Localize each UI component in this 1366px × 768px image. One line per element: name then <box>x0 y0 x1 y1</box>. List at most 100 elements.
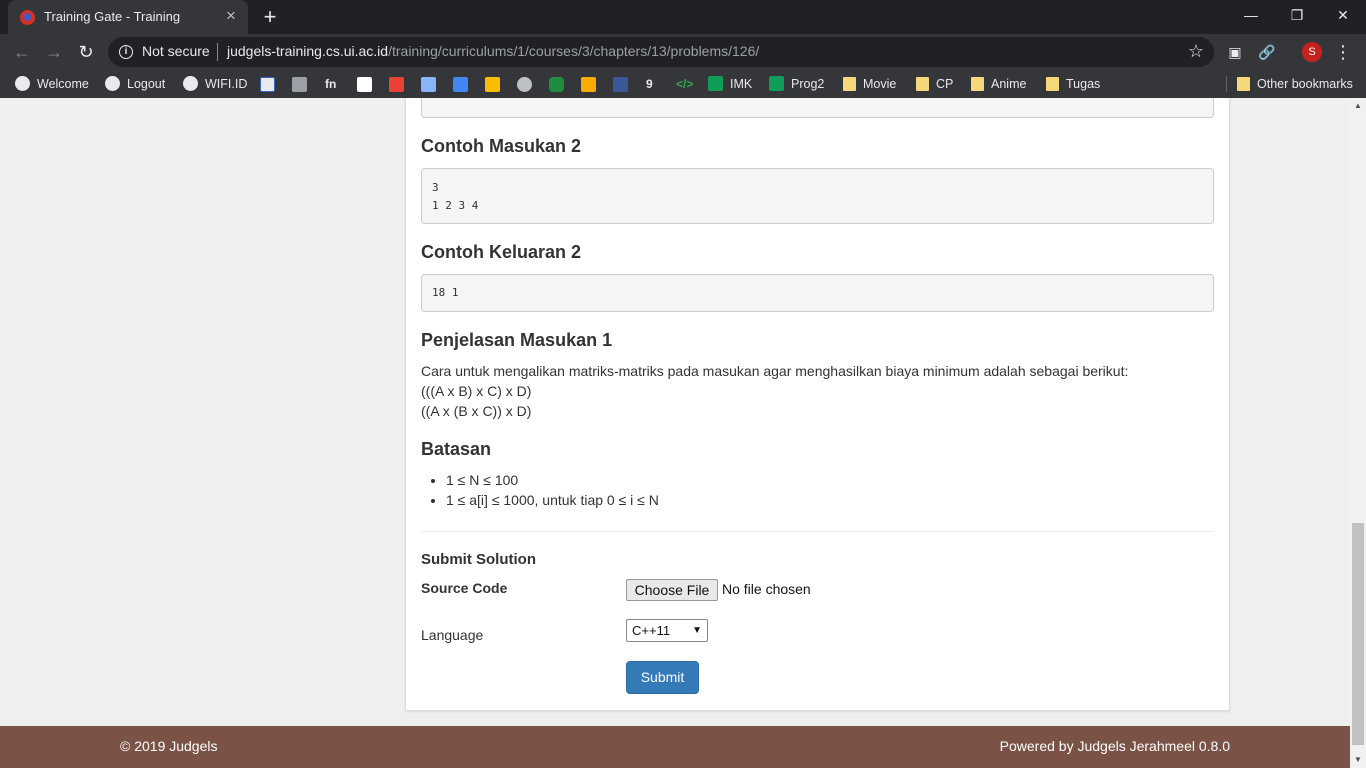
sheets-icon <box>708 76 723 91</box>
bookmark-label: Prog2 <box>791 77 825 91</box>
sample-output-2-box: 18 1 <box>421 274 1214 312</box>
medium-bookmark-icon[interactable] <box>357 77 372 92</box>
constraint-item: 1 ≤ a[i] ≤ 1000, untuk tiap 0 ≤ i ≤ N <box>446 490 659 510</box>
chart-bookmark-icon[interactable] <box>453 77 468 92</box>
submit-solution-title: Submit Solution <box>421 551 536 568</box>
window-close-button[interactable]: ✕ <box>1320 0 1366 30</box>
explanation-text: Cara untuk mengalikan matriks-matriks pa… <box>421 363 1129 379</box>
globe-icon <box>15 76 30 91</box>
constraint-item: 1 ≤ N ≤ 100 <box>446 470 659 490</box>
omnibox-divider <box>217 43 218 61</box>
section-divider <box>421 531 1214 532</box>
chat-extension-icon[interactable]: ▣ <box>1225 42 1245 62</box>
link-extension-icon[interactable]: 🔗 <box>1257 42 1277 62</box>
facebook-bookmark-icon[interactable] <box>613 77 628 92</box>
ei-bookmark-icon[interactable] <box>292 77 307 92</box>
folder-icon <box>916 77 929 91</box>
bookmark-prog2[interactable]: Prog2 <box>769 76 824 92</box>
other-bookmarks[interactable]: Other bookmarks <box>1237 76 1353 92</box>
sample-input-2-heading: Contoh Masukan 2 <box>421 136 582 156</box>
language-select[interactable]: C++11 ▼ <box>626 619 708 642</box>
bookmark-welcome[interactable]: Welcome <box>15 76 89 92</box>
profile-avatar[interactable]: S <box>1302 42 1322 62</box>
sample-output-1-box <box>421 98 1214 118</box>
scrollbar-thumb[interactable] <box>1352 523 1364 745</box>
cube-bookmark-icon[interactable] <box>421 77 436 92</box>
bookmark-logout[interactable]: Logout <box>105 76 165 92</box>
tab-close-icon[interactable]: × <box>222 7 240 25</box>
explanation-line-2: ((A x (B x C)) x D) <box>421 403 532 419</box>
code-bookmark-icon[interactable]: </> <box>676 76 693 92</box>
h-bookmark-icon[interactable] <box>549 77 564 92</box>
globe-icon <box>105 76 120 91</box>
back-arrow-icon[interactable]: ← <box>9 39 35 65</box>
folder-icon <box>971 77 984 91</box>
bookmark-label: Movie <box>863 77 897 91</box>
security-label[interactable]: Not secure <box>142 43 210 59</box>
bookmark-label: Logout <box>127 77 166 91</box>
page-viewport: Contoh Masukan 2 3 1 2 3 4 Contoh Keluar… <box>0 98 1350 768</box>
colors-bookmark-icon[interactable] <box>485 77 500 92</box>
url-host: judgels-training.cs.ui.ac.id <box>227 43 389 59</box>
bookmark-imk[interactable]: IMK <box>708 76 752 92</box>
page-scrollbar[interactable]: ▲ ▼ <box>1350 98 1366 768</box>
file-status-text: No file chosen <box>722 581 811 597</box>
bookmark-label: IMK <box>730 77 753 91</box>
problem-card: Contoh Masukan 2 3 1 2 3 4 Contoh Keluar… <box>405 98 1230 711</box>
source-code-label: Source Code <box>421 580 508 596</box>
bookmark-label: CP <box>936 77 954 91</box>
forward-arrow-icon[interactable]: → <box>41 39 67 65</box>
language-value: C++11 <box>632 623 671 638</box>
submit-button[interactable]: Submit <box>626 661 699 694</box>
folder-icon <box>843 77 856 91</box>
game-bookmark-icon[interactable] <box>517 77 532 92</box>
constraints-list: 1 ≤ N ≤ 100 1 ≤ a[i] ≤ 1000, untuk tiap … <box>446 470 659 510</box>
bookmark-label: Anime <box>991 77 1027 91</box>
explanation-heading: Penjelasan Masukan 1 <box>421 330 613 350</box>
info-icon[interactable]: i <box>119 45 133 59</box>
scroll-down-arrow-icon[interactable]: ▼ <box>1350 752 1366 768</box>
bookmark-label: Welcome <box>37 77 89 91</box>
minimize-button[interactable]: — <box>1228 0 1274 30</box>
other-bookmarks-label: Other bookmarks <box>1257 77 1353 91</box>
url-text[interactable]: judgels-training.cs.ui.ac.id/training/cu… <box>227 43 759 59</box>
constraints-heading: Batasan <box>421 439 492 459</box>
folder-icon <box>1237 77 1250 91</box>
bookmark-movie[interactable]: Movie <box>843 76 896 92</box>
footer-copyright: © 2019 Judgels <box>120 738 218 754</box>
browser-menu-icon[interactable]: ⋮ <box>1334 40 1352 64</box>
footer-powered-by: Powered by Judgels Jerahmeel 0.8.0 <box>999 738 1230 754</box>
scroll-up-arrow-icon[interactable]: ▲ <box>1350 98 1366 114</box>
nine-bookmark-icon[interactable]: 9 <box>646 76 653 92</box>
language-label: Language <box>421 627 484 643</box>
address-bar[interactable]: i Not secure judgels-training.cs.ui.ac.i… <box>108 37 1214 67</box>
tab-title: Training Gate - Training <box>44 9 181 24</box>
del-bookmark-icon[interactable] <box>260 77 275 92</box>
fn-bookmark-icon[interactable]: fn <box>325 76 336 92</box>
new-tab-button[interactable]: + <box>258 5 282 29</box>
browser-tab-active[interactable]: Training Gate - Training × <box>8 0 248 34</box>
bookmark-anime[interactable]: Anime <box>971 76 1026 92</box>
folder-icon <box>1046 77 1059 91</box>
browser-toolbar: ← → ↻ i Not secure judgels-training.cs.u… <box>0 34 1366 70</box>
choose-file-button[interactable]: Choose File <box>626 579 718 601</box>
bookmark-cp[interactable]: CP <box>916 76 953 92</box>
bookmarks-bar: Welcome Logout WIFI.ID fn 9 </> IMK Prog… <box>0 70 1366 98</box>
dropdown-arrow-icon: ▼ <box>692 625 702 636</box>
browser-tab-strip: Training Gate - Training × + — ❐ ✕ <box>0 0 1366 34</box>
page-footer: © 2019 Judgels Powered by Judgels Jerahm… <box>0 726 1350 768</box>
site-favicon-icon <box>20 10 35 25</box>
bookmarks-divider <box>1226 76 1227 92</box>
explanation-line-1: (((A x B) x C) x D) <box>421 383 532 399</box>
bookmark-wifi-id[interactable]: WIFI.ID <box>183 76 247 92</box>
sheets-icon <box>769 76 784 91</box>
bookmark-label: WIFI.ID <box>205 77 248 91</box>
bookmark-tugas[interactable]: Tugas <box>1046 76 1100 92</box>
gmail-bookmark-icon[interactable] <box>389 77 404 92</box>
sample-output-2-heading: Contoh Keluaran 2 <box>421 242 582 262</box>
trophy-bookmark-icon[interactable] <box>581 77 596 92</box>
restore-button[interactable]: ❐ <box>1274 0 1320 30</box>
bookmark-label: Tugas <box>1066 77 1101 91</box>
reload-icon[interactable]: ↻ <box>73 39 99 65</box>
bookmark-star-icon[interactable]: ☆ <box>1188 41 1204 62</box>
